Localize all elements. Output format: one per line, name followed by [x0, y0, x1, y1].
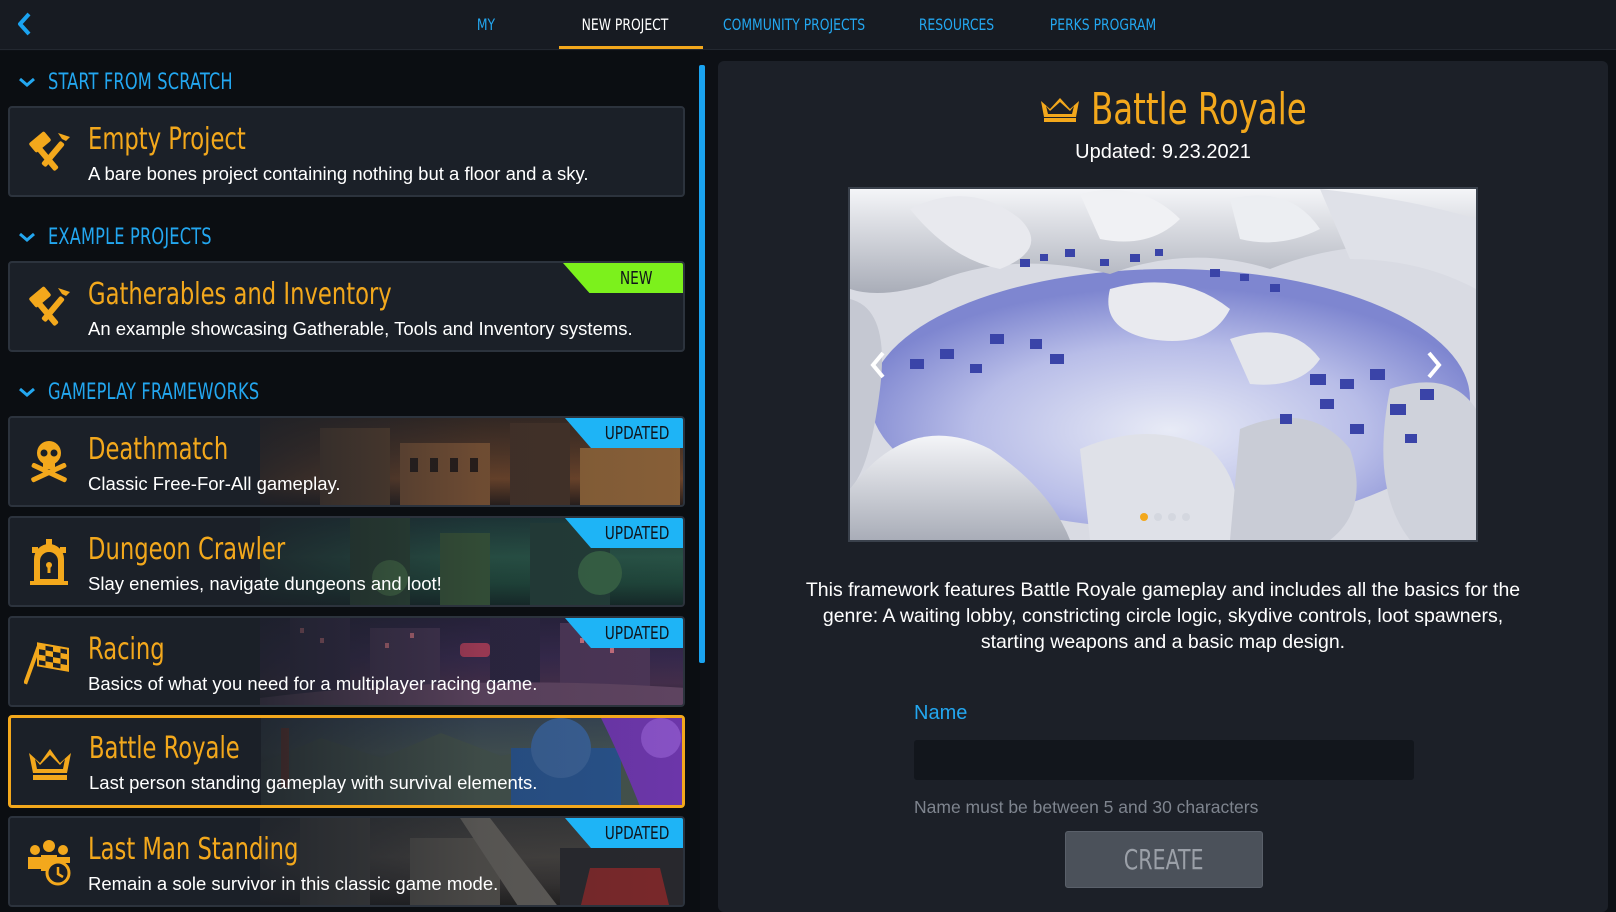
chevron-down-icon: [19, 77, 35, 87]
card-empty-project[interactable]: Empty Project A bare bones project conta…: [8, 106, 685, 197]
back-arrow-icon[interactable]: [10, 9, 40, 39]
tab-community-projects[interactable]: COMMUNITY PROJECTS: [708, 0, 880, 50]
list-scrollbar[interactable]: [699, 65, 705, 663]
card-title: Battle Royale: [89, 731, 240, 766]
section-label: EXAMPLE PROJECTS: [48, 224, 212, 250]
dungeon-lock-icon: [30, 538, 68, 585]
card-battle-royale[interactable]: Battle Royale Last person standing gamep…: [8, 715, 685, 808]
card-racing[interactable]: Racing Basics of what you need for a mul…: [8, 616, 685, 707]
create-button-label: CREATE: [1124, 843, 1204, 876]
carousel-dot[interactable]: [1168, 513, 1176, 521]
top-nav: MY PROJECTS NEW PROJECT COMMUNITY PROJEC…: [0, 0, 1616, 84]
carousel-dot[interactable]: [1140, 513, 1148, 521]
detail-title: Battle Royale: [1091, 83, 1307, 135]
card-title: Empty Project: [88, 122, 246, 157]
name-field-label: Name: [914, 702, 968, 724]
card-description: Remain a sole survivor in this classic g…: [88, 873, 499, 894]
section-label: GAMEPLAY FRAMEWORKS: [48, 379, 260, 405]
crown-icon: [29, 748, 71, 780]
tab-resources[interactable]: RESOURCES: [903, 0, 1011, 50]
hammer-icon: [29, 286, 70, 326]
card-deathmatch[interactable]: Deathmatch Classic Free-For-All gameplay…: [8, 416, 685, 507]
create-button[interactable]: CREATE: [1065, 831, 1263, 888]
card-description: A bare bones project containing nothing …: [88, 163, 589, 184]
new-badge: NEW: [563, 263, 683, 293]
preview-image: [850, 189, 1476, 540]
detail-description: This framework features Battle Royale ga…: [805, 579, 1521, 653]
card-description: Last person standing gameplay with survi…: [89, 772, 538, 793]
detail-updated-date: Updated: 9.23.2021: [1075, 141, 1251, 163]
name-validation-hint: Name must be between 5 and 30 characters: [914, 797, 1259, 817]
hammer-icon: [29, 131, 70, 171]
group-timer-icon: [28, 839, 71, 885]
card-description: An example showcasing Gatherable, Tools …: [88, 318, 633, 339]
tab-my-projects[interactable]: MY PROJECTS: [438, 0, 534, 84]
preview-carousel[interactable]: [848, 187, 1478, 542]
section-example-projects[interactable]: EXAMPLE PROJECTS: [18, 222, 248, 252]
section-start-from-scratch[interactable]: START FROM SCRATCH: [18, 67, 273, 97]
card-description: Slay enemies, navigate dungeons and loot…: [88, 573, 442, 594]
card-title: Gatherables and Inventory: [88, 277, 392, 312]
crown-icon: [1041, 98, 1079, 122]
project-detail-panel: Battle Royale Updated: 9.23.2021 This fr…: [718, 61, 1608, 912]
active-tab-indicator: [559, 46, 703, 49]
card-description: Classic Free-For-All gameplay.: [88, 473, 341, 494]
card-title: Deathmatch: [88, 432, 229, 467]
skull-crossbones-icon: [31, 440, 67, 482]
card-dungeon-crawler[interactable]: Dungeon Crawler Slay enemies, navigate d…: [8, 516, 685, 607]
nav-tabs: MY PROJECTS NEW PROJECT COMMUNITY PROJEC…: [430, 0, 1183, 84]
carousel-dot[interactable]: [1182, 513, 1190, 521]
chevron-down-icon: [19, 232, 35, 242]
carousel-dot[interactable]: [1154, 513, 1162, 521]
tab-perks-program[interactable]: PERKS PROGRAM: [1034, 0, 1172, 50]
tab-new-project[interactable]: NEW PROJECT: [564, 0, 686, 50]
card-title: Racing: [88, 632, 165, 667]
section-label: START FROM SCRATCH: [48, 69, 233, 95]
card-last-man-standing[interactable]: Last Man Standing Remain a sole survivor…: [8, 816, 685, 907]
carousel-dots: [1140, 513, 1190, 521]
card-title: Dungeon Crawler: [88, 532, 286, 567]
project-name-input[interactable]: [914, 740, 1414, 780]
card-title: Last Man Standing: [88, 832, 299, 867]
checkered-flag-icon: [24, 641, 69, 684]
section-gameplay-frameworks[interactable]: GAMEPLAY FRAMEWORKS: [18, 377, 306, 407]
card-description: Basics of what you need for a multiplaye…: [88, 673, 538, 694]
card-gatherables-and-inventory[interactable]: Gatherables and Inventory An example sho…: [8, 261, 685, 352]
carousel-prev-icon[interactable]: [864, 345, 892, 385]
chevron-down-icon: [19, 387, 35, 397]
carousel-next-icon[interactable]: [1420, 345, 1448, 385]
detail-header: Battle Royale: [718, 83, 1608, 135]
